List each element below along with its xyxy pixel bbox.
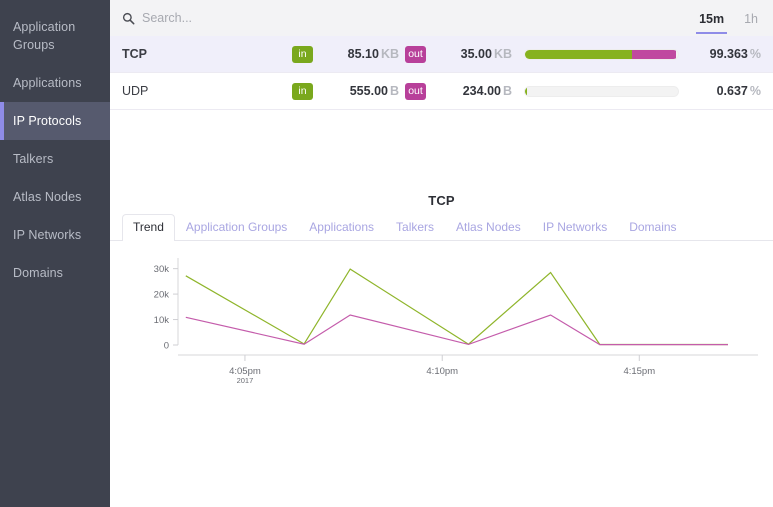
table-row[interactable]: UDP in 555.00 B out 234.00 B 0.637% (110, 73, 773, 110)
in-value-number: 555.00 (349, 84, 388, 98)
x-tick-label: 4:10pm (426, 366, 458, 377)
usage-bar-in-segment (525, 86, 527, 96)
x-tick-sub-label: 2017 (237, 376, 254, 385)
y-tick-label: 20k (154, 290, 170, 301)
usage-bar (524, 48, 679, 60)
direction-badge-in: in (292, 82, 313, 100)
protocol-name: UDP (122, 84, 149, 98)
trend-chart-svg: 010k20k30k4:05pm20174:10pm 4:15pm (154, 258, 758, 385)
sidebar-item-label: Domains (13, 266, 64, 280)
direction-badge-out: out (405, 45, 426, 63)
table-row[interactable]: TCP in 85.10 KB out 35.00 KB 99.363% (110, 36, 773, 73)
protocol-list: TCP in 85.10 KB out 35.00 KB 99.363% UDP… (110, 36, 773, 110)
usage-bar-out-segment (632, 49, 677, 59)
sidebar-item-label: Talkers (13, 152, 54, 166)
chart-series-in (185, 268, 728, 346)
direction-badge-in: in (292, 45, 313, 63)
in-value-number: 85.10 (347, 47, 379, 61)
out-value: 234.00 B (426, 84, 518, 98)
tab-atlas-nodes[interactable]: Atlas Nodes (445, 214, 532, 241)
search-icon (122, 12, 135, 24)
in-value: 555.00 B (313, 84, 405, 98)
sidebar-item-label: Application Groups (13, 20, 76, 52)
chart-series-out (185, 314, 728, 346)
in-value-unit: KB (380, 47, 399, 61)
out-value: 35.00 KB (426, 47, 518, 61)
sidebar: Application Groups Applications IP Proto… (0, 0, 110, 507)
page-title: TCP (428, 193, 455, 208)
sidebar-item-label: IP Protocols (13, 114, 82, 128)
out-value-number: 35.00 (460, 47, 492, 61)
y-tick-label: 30k (154, 264, 170, 275)
percent-unit: % (749, 47, 761, 61)
app-window: Application Groups Applications IP Proto… (0, 0, 773, 507)
usage-bar (524, 85, 679, 97)
tab-application-groups[interactable]: Application Groups (175, 214, 298, 241)
out-value-unit: KB (493, 47, 512, 61)
percent-value: 99.363% (689, 47, 761, 61)
tab-trend[interactable]: Trend (122, 214, 175, 241)
direction-badge-out: out (405, 82, 426, 100)
x-tick-label: 4:15pm (623, 366, 655, 377)
sidebar-item-domains[interactable]: Domains (0, 254, 110, 292)
protocol-name: TCP (122, 47, 147, 61)
detail-tabbar: Trend Application Groups Applications Ta… (110, 214, 773, 241)
y-tick-label: 0 (164, 341, 169, 352)
sidebar-item-label: Applications (13, 76, 82, 90)
sidebar-item-application-groups[interactable]: Application Groups (0, 8, 110, 64)
time-range-1h[interactable]: 1h (741, 12, 761, 34)
detail-panel: TCP Trend Application Groups Application… (110, 183, 773, 507)
sidebar-item-atlas-nodes[interactable]: Atlas Nodes (0, 178, 110, 216)
tab-applications[interactable]: Applications (298, 214, 385, 241)
out-value-number: 234.00 (462, 84, 501, 98)
percent-unit: % (749, 84, 761, 98)
search-bar: 15m 1h (110, 0, 773, 36)
sidebar-item-talkers[interactable]: Talkers (0, 140, 110, 178)
time-range-15m[interactable]: 15m (696, 12, 728, 34)
tab-domains[interactable]: Domains (618, 214, 687, 241)
in-value-unit: B (389, 84, 399, 98)
percent-value: 0.637% (689, 84, 761, 98)
in-value: 85.10 KB (313, 47, 405, 61)
search-input[interactable] (142, 8, 697, 28)
tab-ip-networks[interactable]: IP Networks (532, 214, 618, 241)
main-content: 15m 1h TCP in 85.10KB out 35.00KB (110, 0, 773, 507)
tab-talkers[interactable]: Talkers (385, 214, 445, 241)
percent-number: 99.363 (709, 47, 748, 61)
percent-number: 0.637 (716, 84, 748, 98)
list-spacer (110, 110, 773, 183)
out-value-unit: B (502, 84, 512, 98)
usage-bar-in-segment (525, 49, 633, 59)
sidebar-item-ip-protocols[interactable]: IP Protocols (0, 102, 110, 140)
sidebar-item-applications[interactable]: Applications (0, 64, 110, 102)
time-range-group: 15m 1h (696, 0, 761, 36)
sidebar-item-label: Atlas Nodes (13, 190, 82, 204)
sidebar-item-label: IP Networks (13, 228, 82, 242)
sidebar-item-ip-networks[interactable]: IP Networks (0, 216, 110, 254)
trend-chart: 0 10k 20k 30k 4:05pm 2017 4:10pm 4:15pm (110, 241, 773, 431)
y-tick-label: 10k (154, 315, 170, 326)
